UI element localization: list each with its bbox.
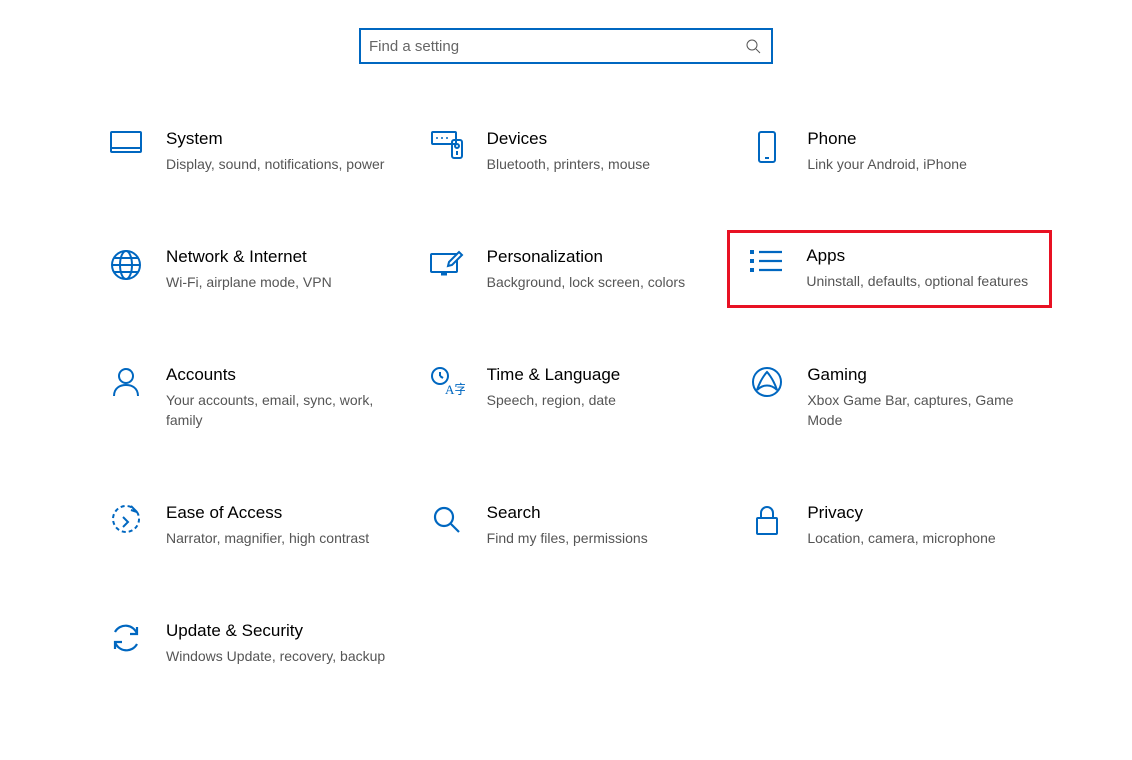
time-language-icon: A字 [423,364,471,398]
tile-title: System [166,128,384,150]
search-category-icon [423,502,471,536]
search-input[interactable] [369,38,745,55]
gaming-icon [743,364,791,398]
tile-desc: Speech, region, date [487,390,621,410]
tile-title: Time & Language [487,364,621,386]
tile-desc: Background, lock screen, colors [487,272,685,292]
network-icon [102,246,150,282]
tile-desc: Narrator, magnifier, high contrast [166,528,369,548]
tile-title: Network & Internet [166,246,332,268]
settings-grid: System Display, sound, notifications, po… [0,124,1132,670]
tile-time[interactable]: A字 Time & Language Speech, region, date [419,360,720,434]
tile-title: Accounts [166,364,389,386]
system-icon [102,128,150,158]
tile-personalization[interactable]: Personalization Background, lock screen,… [419,242,720,296]
tile-search[interactable]: Search Find my files, permissions [419,498,720,552]
tile-system[interactable]: System Display, sound, notifications, po… [98,124,399,178]
personalization-icon [423,246,471,278]
tile-desc: Your accounts, email, sync, work, family [166,390,389,430]
search-box[interactable] [359,28,773,64]
tile-title: Devices [487,128,650,150]
tile-desc: Find my files, permissions [487,528,648,548]
search-icon [745,38,761,54]
tile-desc: Uninstall, defaults, optional features [806,271,1028,291]
tile-title: Search [487,502,648,524]
tile-desc: Wi-Fi, airplane mode, VPN [166,272,332,292]
tile-apps[interactable]: Apps Uninstall, defaults, optional featu… [727,230,1052,308]
apps-icon [742,245,790,275]
tile-privacy[interactable]: Privacy Location, camera, microphone [739,498,1040,552]
tile-phone[interactable]: Phone Link your Android, iPhone [739,124,1040,178]
tile-desc: Location, camera, microphone [807,528,995,548]
devices-icon [423,128,471,160]
tile-title: Gaming [807,364,1030,386]
ease-of-access-icon [102,502,150,536]
tile-desc: Xbox Game Bar, captures, Game Mode [807,390,1030,430]
tile-title: Apps [806,245,1028,267]
phone-icon [743,128,791,164]
tile-ease[interactable]: Ease of Access Narrator, magnifier, high… [98,498,399,552]
tile-update[interactable]: Update & Security Windows Update, recove… [98,616,399,670]
tile-desc: Windows Update, recovery, backup [166,646,385,666]
tile-title: Personalization [487,246,685,268]
update-security-icon [102,620,150,654]
tile-network[interactable]: Network & Internet Wi-Fi, airplane mode,… [98,242,399,296]
tile-title: Update & Security [166,620,385,642]
tile-desc: Link your Android, iPhone [807,154,967,174]
svg-text:A字: A字 [445,382,465,397]
tile-title: Ease of Access [166,502,369,524]
tile-devices[interactable]: Devices Bluetooth, printers, mouse [419,124,720,178]
accounts-icon [102,364,150,398]
tile-desc: Bluetooth, printers, mouse [487,154,650,174]
tile-title: Privacy [807,502,995,524]
tile-gaming[interactable]: Gaming Xbox Game Bar, captures, Game Mod… [739,360,1040,434]
privacy-icon [743,502,791,538]
tile-title: Phone [807,128,967,150]
tile-accounts[interactable]: Accounts Your accounts, email, sync, wor… [98,360,399,434]
tile-desc: Display, sound, notifications, power [166,154,384,174]
